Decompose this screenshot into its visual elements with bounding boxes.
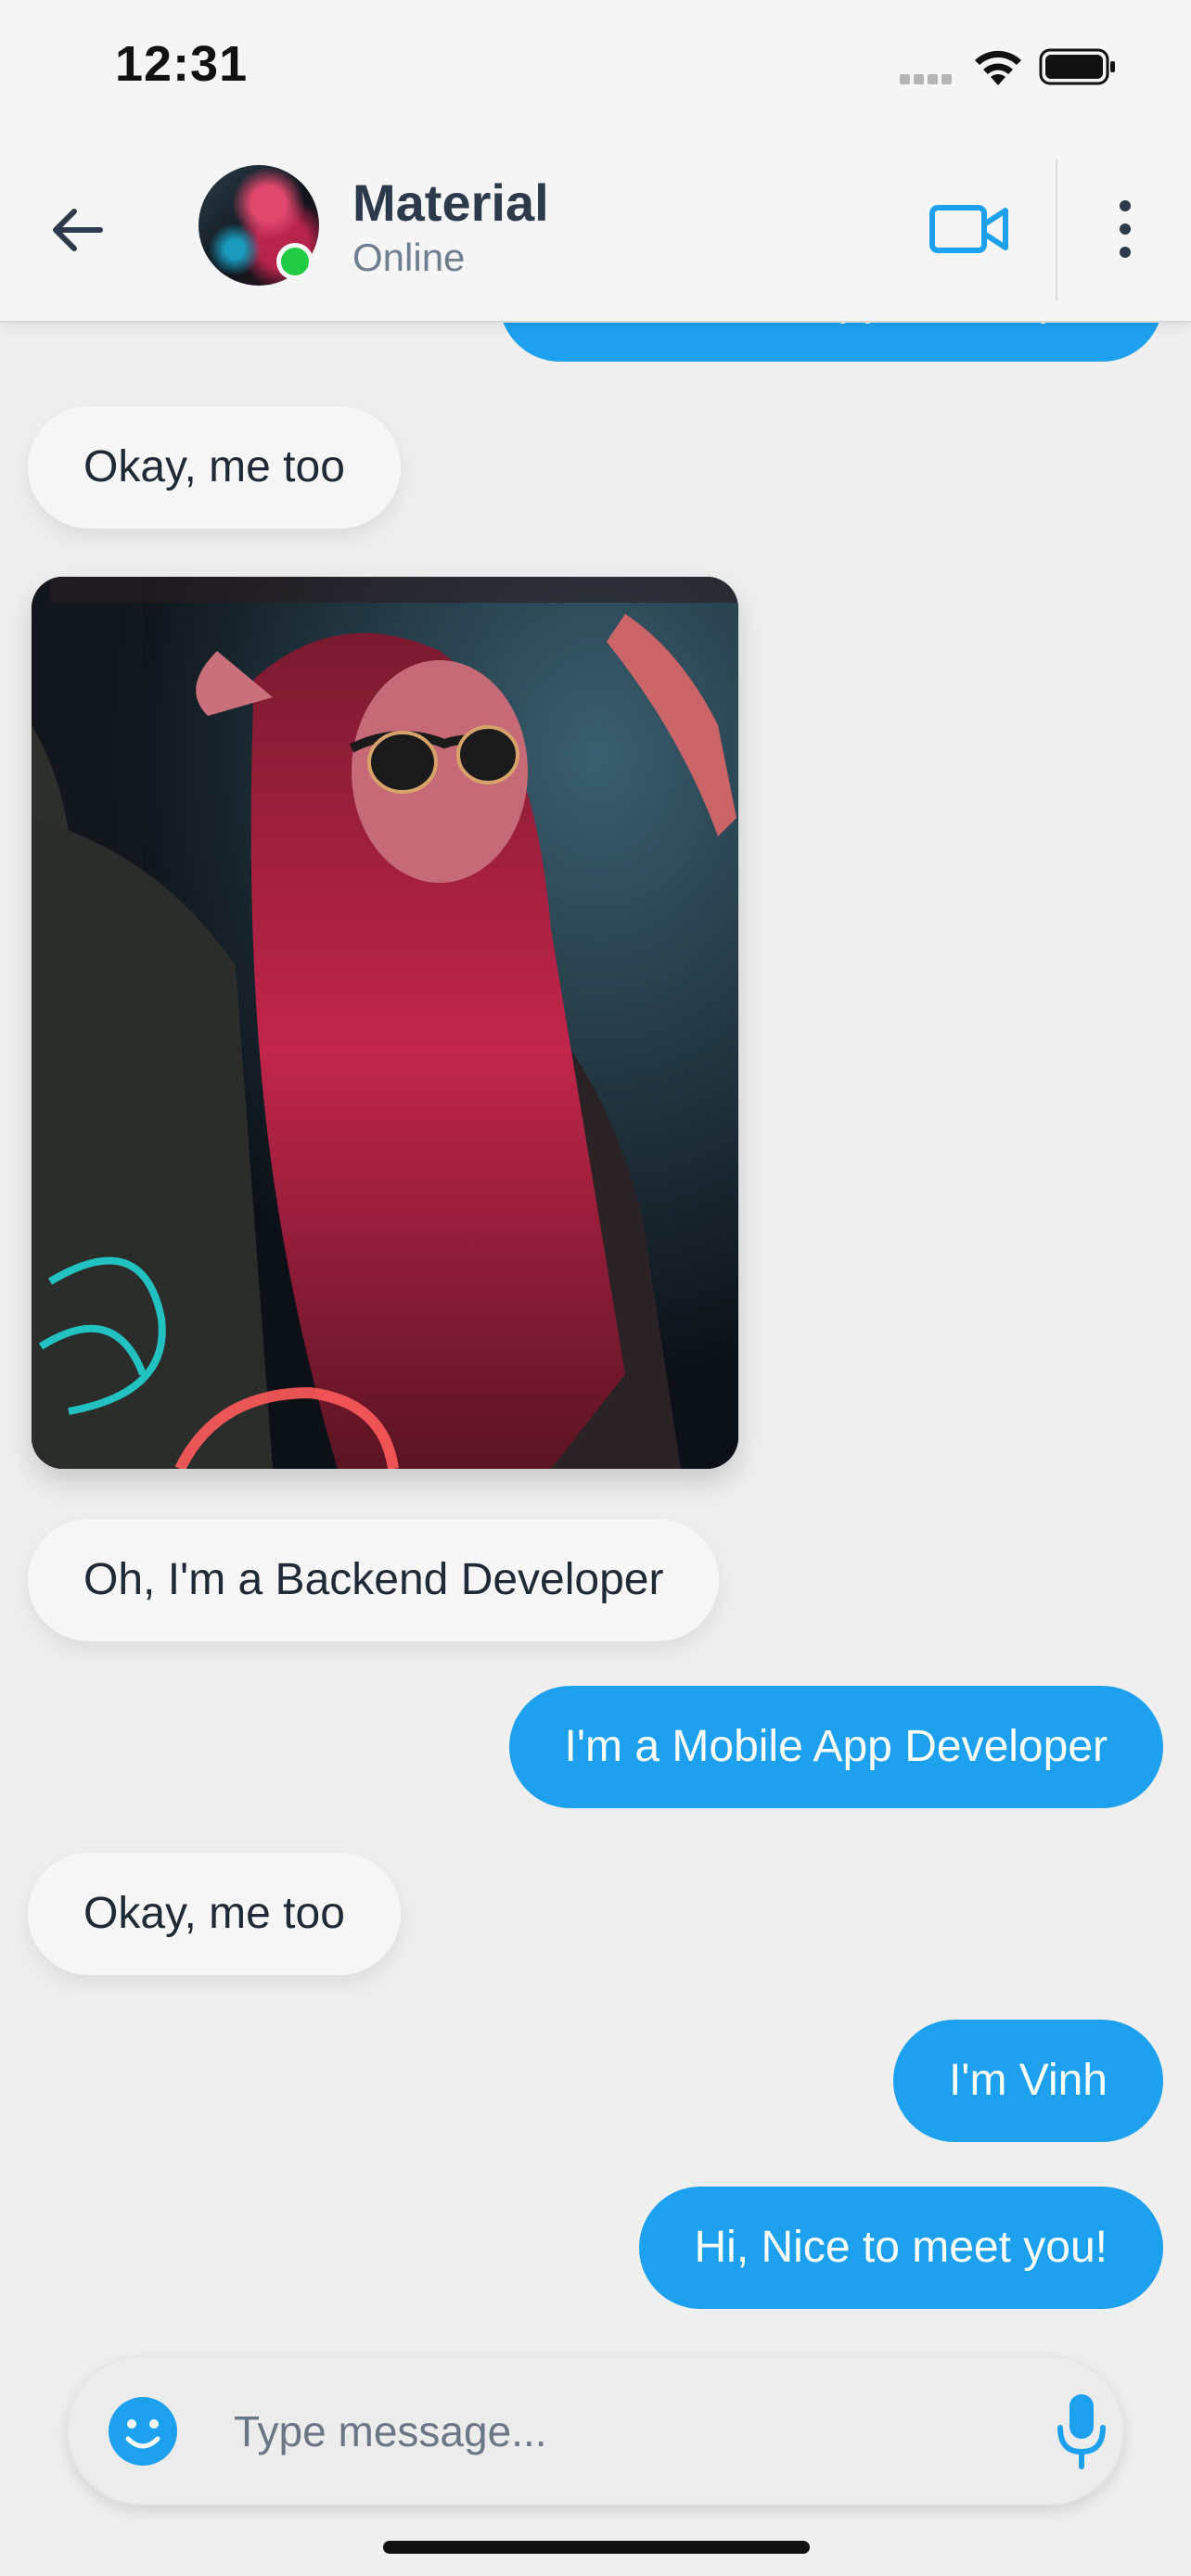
online-indicator xyxy=(276,243,314,280)
contact-name[interactable]: Material xyxy=(352,172,549,233)
emoji-icon[interactable] xyxy=(108,2396,178,2467)
header-divider xyxy=(1056,159,1057,300)
back-arrow-icon[interactable] xyxy=(45,197,111,263)
incoming-message-bubble[interactable]: Okay, me too xyxy=(28,406,401,529)
incoming-message-bubble[interactable]: Oh, I'm a Backend Developer xyxy=(28,1519,720,1641)
outgoing-message-bubble[interactable]: I'm a Mobile App Developer xyxy=(508,1686,1163,1808)
contact-status: Online xyxy=(352,236,466,279)
outgoing-message-bubble[interactable]: I'm Vinh xyxy=(892,2020,1163,2142)
battery-icon xyxy=(1039,48,1115,85)
status-time: 12:31 xyxy=(115,36,249,92)
wifi-icon xyxy=(975,50,1021,85)
message-composer xyxy=(67,2355,1124,2506)
chat-header: Material Online xyxy=(0,139,1191,323)
cellular-signal-icon xyxy=(900,72,957,84)
video-call-icon[interactable] xyxy=(928,197,1011,261)
microphone-icon[interactable] xyxy=(1056,2392,1108,2470)
more-options-icon[interactable] xyxy=(1109,197,1141,261)
message-input[interactable] xyxy=(232,2392,959,2470)
home-indicator xyxy=(383,2541,810,2554)
outgoing-message-bubble[interactable]: Hi, Nice to meet you! xyxy=(638,2187,1163,2309)
status-bar: 12:31 xyxy=(0,0,1191,139)
image-message[interactable] xyxy=(32,577,738,1469)
photo-illustration xyxy=(32,577,738,1469)
incoming-message-bubble[interactable]: Okay, me too xyxy=(28,1853,401,1975)
